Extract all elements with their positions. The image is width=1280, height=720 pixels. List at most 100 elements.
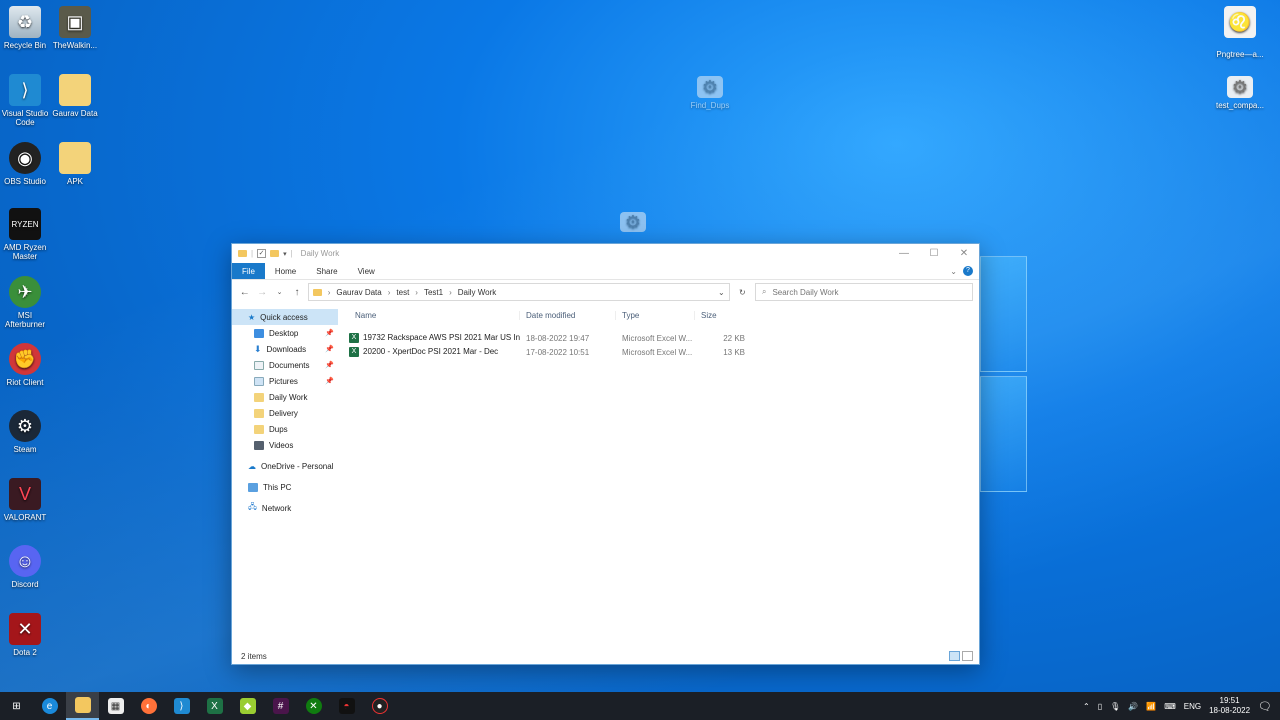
table-row[interactable]: X 20200 - XpertDoc PSI 2021 Mar - Dec 17-… [349, 345, 979, 359]
column-type[interactable]: Type [616, 310, 695, 320]
nav-dups[interactable]: Dups [232, 421, 338, 437]
desktop-icon-gaurav-data[interactable]: Gaurav Data [50, 74, 100, 118]
minimize-button[interactable]: — [889, 248, 919, 259]
back-button[interactable]: ← [238, 287, 251, 298]
taskbar-slack[interactable]: # [264, 692, 297, 720]
desktop-icon-recycle-bin[interactable]: ♻ Recycle Bin [0, 6, 50, 50]
desktop-icon-obs[interactable]: ◉ OBS Studio [0, 142, 50, 186]
breadcrumb-item[interactable]: Daily Work [458, 288, 497, 297]
chevron-up-icon[interactable]: ⌃ [1083, 702, 1090, 711]
discord-icon: ☺ [9, 545, 41, 577]
nav-network[interactable]: 🖧 Network [232, 500, 338, 516]
desktop-icon-riot[interactable]: ✊ Riot Client [0, 343, 50, 387]
taskbar: ⊞ e ▦ ◐ ⟩ X ◆ # ✕ ◓ ● ⌃ ▯ 🎙 🔊 📶 ⌨ ENG 19… [0, 692, 1280, 720]
taskbar-firefox[interactable]: ◐ [132, 692, 165, 720]
ryzen-icon: ◓ [338, 698, 355, 714]
properties-icon[interactable]: ✓ [257, 249, 267, 258]
folder-icon [254, 392, 264, 402]
tab-home[interactable]: Home [265, 263, 306, 279]
details-view-button[interactable] [949, 651, 960, 661]
keyboard-icon[interactable]: ⌨ [1164, 702, 1176, 711]
clock[interactable]: 19:51 18-08-2022 [1209, 696, 1250, 716]
chevron-right-icon[interactable]: › [328, 288, 331, 297]
desktop-icon-vscode[interactable]: ⟩ Visual Studio Code [0, 74, 50, 127]
nav-daily-work[interactable]: Daily Work [232, 389, 338, 405]
forward-button[interactable]: → [255, 287, 268, 298]
app-icon: ◆ [239, 698, 256, 714]
search-box[interactable]: ⌕ [754, 283, 974, 301]
device-icon[interactable]: ▯ [1098, 702, 1102, 711]
tab-file[interactable]: File [232, 263, 265, 279]
nav-delivery[interactable]: Delivery [232, 405, 338, 421]
new-folder-icon[interactable] [270, 250, 280, 257]
nav-videos[interactable]: Videos [232, 437, 338, 453]
nav-this-pc[interactable]: This PC [232, 479, 338, 495]
nav-downloads[interactable]: ⬇ Downloads 📌 [232, 341, 338, 357]
desktop-icon-apk[interactable]: APK [50, 142, 100, 186]
start-button[interactable]: ⊞ [0, 692, 33, 720]
desktop-icon-steam[interactable]: ⚙ Steam [0, 410, 50, 454]
chevron-right-icon[interactable]: › [415, 288, 418, 297]
close-button[interactable]: ✕ [949, 248, 979, 259]
help-icon[interactable]: ? [963, 266, 973, 276]
taskbar-app[interactable]: ◆ [231, 692, 264, 720]
title-bar[interactable]: | ✓ ▾ | Daily Work — ☐ ✕ [232, 244, 979, 263]
taskbar-ryzen[interactable]: ◓ [330, 692, 363, 720]
windows-logo-pane [980, 376, 1027, 492]
refresh-button[interactable]: ↻ [734, 288, 751, 297]
search-input[interactable] [772, 287, 953, 297]
breadcrumb-item[interactable]: test [396, 288, 409, 297]
nav-pictures[interactable]: Pictures 📌 [232, 373, 338, 389]
column-size[interactable]: Size [695, 311, 745, 320]
microphone-icon[interactable]: 🎙 [1110, 702, 1120, 711]
taskbar-file-explorer[interactable] [66, 692, 99, 720]
nav-onedrive[interactable]: ☁ OneDrive - Personal [232, 458, 338, 474]
taskbar-xbox[interactable]: ✕ [297, 692, 330, 720]
chevron-right-icon[interactable]: › [449, 288, 452, 297]
taskbar-edge[interactable]: e [33, 692, 66, 720]
column-date-modified[interactable]: Date modified [520, 310, 616, 320]
taskbar-excel[interactable]: X [198, 692, 231, 720]
language-indicator[interactable]: ENG [1184, 702, 1201, 711]
desktop-icon-msi[interactable]: ✈ MSI Afterburner [0, 276, 50, 329]
up-button[interactable]: ↑ [290, 287, 303, 298]
nav-documents[interactable]: Documents 📌 [232, 357, 338, 373]
column-name[interactable]: Name [349, 310, 520, 320]
large-icons-view-button[interactable] [962, 651, 973, 661]
column-headers: Name Date modified Type Size [349, 304, 979, 326]
file-explorer-window[interactable]: | ✓ ▾ | Daily Work — ☐ ✕ File Home Share… [231, 243, 980, 665]
taskbar-app[interactable]: ● [363, 692, 396, 720]
tab-view[interactable]: View [348, 263, 385, 279]
recent-locations-button[interactable]: ⌄ [273, 288, 286, 296]
address-bar[interactable]: › Gaurav Data › test › Test1 › Daily Wor… [307, 283, 730, 301]
desktop-icon-thewalking[interactable]: ▣ TheWalkin... [50, 6, 100, 50]
breadcrumb-item[interactable]: Test1 [424, 288, 443, 297]
volume-icon[interactable]: 🔊 [1128, 702, 1138, 711]
windows-logo-pane [980, 256, 1027, 372]
tab-share[interactable]: Share [306, 263, 347, 279]
desktop-icon-valorant[interactable]: V VALORANT [0, 478, 50, 522]
table-row[interactable]: X 19732 Rackspace AWS PSI 2021 Mar US Inc… [349, 331, 979, 345]
search-icon: ⌕ [761, 287, 767, 296]
chevron-right-icon[interactable]: › [388, 288, 391, 297]
desktop-icon-find-dups[interactable]: ⚙ Find_Dups [685, 76, 735, 110]
customize-dropdown-icon[interactable]: ▾ [283, 250, 287, 258]
nav-quick-access[interactable]: ★ Quick access [232, 309, 338, 325]
desktop-icon-amd-ryzen[interactable]: RYZEN AMD Ryzen Master [0, 208, 50, 261]
expand-ribbon-icon[interactable]: ⌄ [950, 267, 957, 276]
taskbar-vscode[interactable]: ⟩ [165, 692, 198, 720]
file-list[interactable]: Name Date modified Type Size X 19732 Rack… [338, 304, 979, 642]
maximize-button[interactable]: ☐ [919, 248, 949, 259]
nav-desktop[interactable]: Desktop 📌 [232, 325, 338, 341]
status-bar: 2 items [232, 648, 979, 664]
desktop-icon-dota2[interactable]: ✕ Dota 2 [0, 613, 50, 657]
breadcrumb-item[interactable]: Gaurav Data [336, 288, 381, 297]
clock-time: 19:51 [1219, 696, 1240, 705]
wifi-icon[interactable]: 📶 [1146, 702, 1156, 711]
desktop-icon-discord[interactable]: ☺ Discord [0, 545, 50, 589]
chevron-down-icon[interactable]: ⌄ [718, 288, 725, 297]
desktop-icon-pngtree[interactable]: ♌ Pngtree—a... [1215, 6, 1265, 59]
desktop-icon-test-compa[interactable]: ⚙ test_compa... [1215, 76, 1265, 110]
taskbar-store[interactable]: ▦ [99, 692, 132, 720]
notification-icon[interactable]: 🗨 [1258, 700, 1272, 713]
